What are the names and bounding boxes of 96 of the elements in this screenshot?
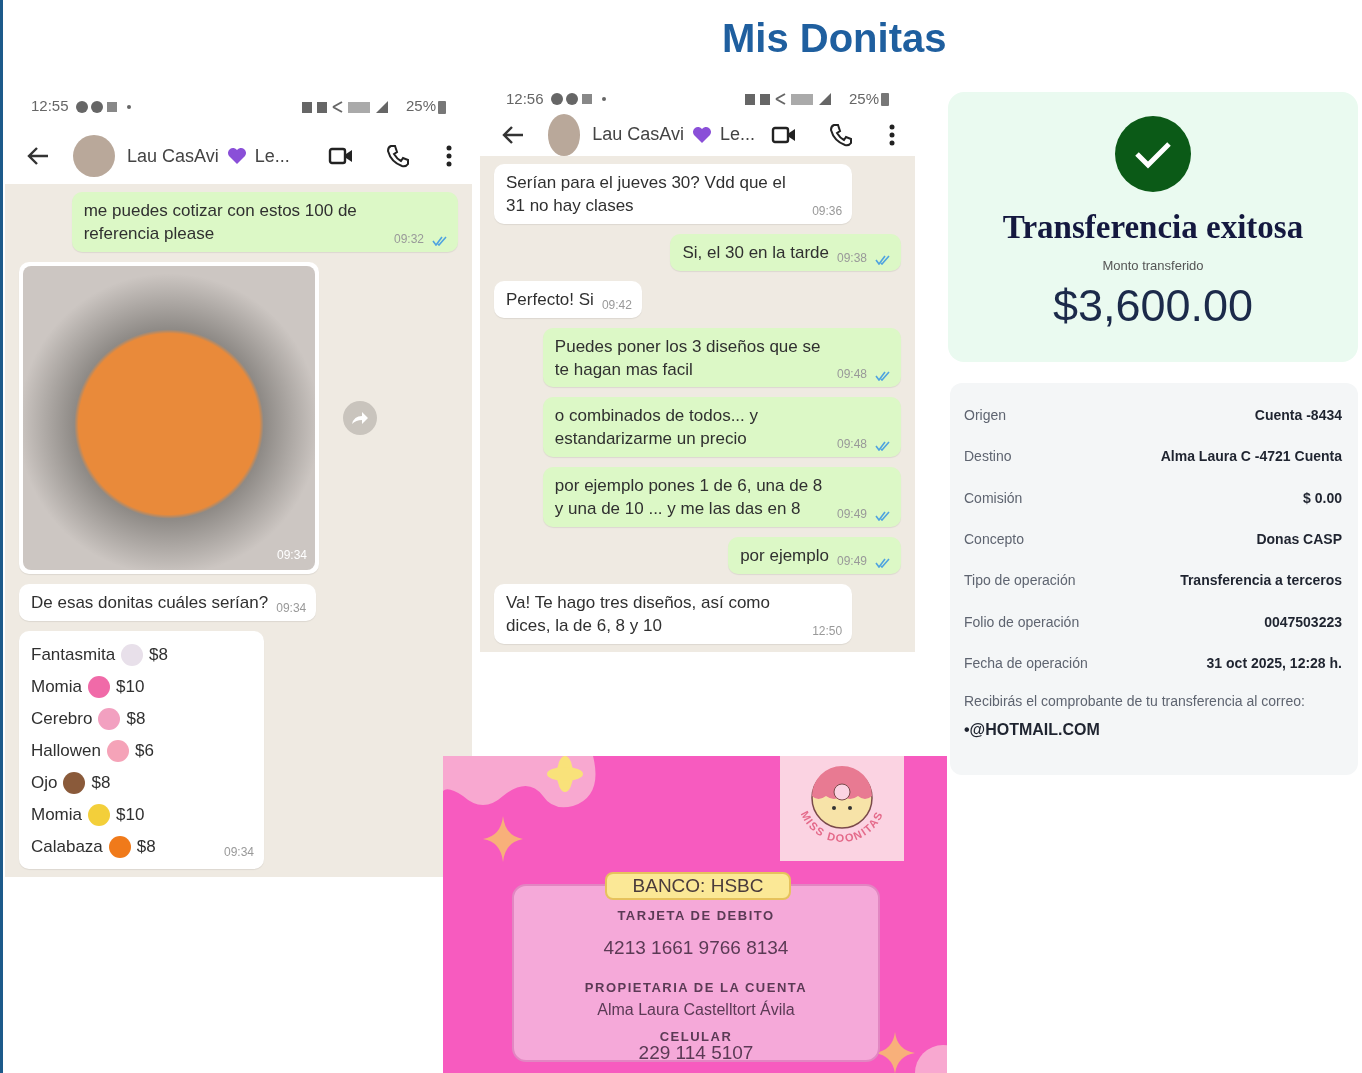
message-time: 09:42 (601, 296, 632, 314)
detail-label: Tipo de operación (964, 571, 1076, 591)
message-time: 09:34 (276, 600, 307, 617)
detail-label: Comisión (964, 488, 1023, 508)
item-price: $8 (149, 644, 168, 666)
battery-icon (881, 92, 889, 107)
amount-label: Monto transferido (1102, 256, 1204, 275)
detail-label: Origen (964, 406, 1007, 426)
detail-value: 31 oct 2025, 12:28 h. (1206, 653, 1342, 673)
item-name: Momia (31, 804, 82, 826)
item-name: Fantasmita (31, 644, 116, 666)
owner-name: Alma Laura Castelltort Ávila (596, 999, 796, 1020)
more-options-icon[interactable] (889, 123, 895, 146)
message-text: o combinados de todos... y estandarizarme un precio (554, 405, 760, 451)
video-call-icon[interactable] (328, 146, 354, 167)
card-type-label: TARJETA DE DEBITO (616, 907, 776, 925)
emoji-icon (121, 644, 144, 666)
phone-icon[interactable] (829, 122, 853, 147)
message-time: 09:34 (276, 547, 307, 565)
message-text: Perfecto! Si (506, 288, 594, 311)
detail-value: Donas CASP (1256, 530, 1342, 550)
detail-value: Transferencia a terceros (1180, 571, 1342, 591)
message-text: Puedes poner los 3 diseños que se te hagan mas facil (554, 335, 822, 381)
message-time: 09:32 (393, 231, 424, 249)
emoji-icon (106, 740, 129, 762)
message-text: me puedes cotizar con estos 100 de referencia please (83, 200, 358, 246)
contact-name: Le... (719, 123, 755, 147)
message-time: 09:36 (812, 202, 843, 220)
contact-name: Lau CasAvi (592, 123, 684, 147)
amount-value: $3,600.00 (1052, 283, 1254, 329)
item-price: $10 (116, 676, 145, 698)
emoji-icon (63, 772, 86, 794)
message-time: 09:48 (836, 366, 867, 384)
contact-name: Le... (254, 144, 290, 168)
message-time: 09:34 (224, 845, 255, 859)
item-name: Cerebro (31, 708, 93, 730)
more-options-icon[interactable] (446, 145, 452, 168)
battery-percent: 25% (848, 89, 879, 110)
status-time: 12:56 (506, 89, 544, 110)
emoji-icon (108, 836, 131, 858)
battery-percent: 25% (405, 96, 436, 117)
item-name: Momia (31, 676, 82, 698)
item-price: $8 (136, 836, 156, 858)
contact-name: Lau CasAvi (127, 144, 219, 168)
message-text: Serían para el jueves 30? Vdd que el 31 no hay clases (506, 171, 787, 217)
phone-icon[interactable] (386, 144, 410, 169)
emoji-icon (98, 708, 121, 730)
battery-icon (438, 99, 446, 114)
card-number: 4213 1661 9766 8134 (602, 935, 790, 960)
forward-arrow-icon (351, 411, 369, 426)
phone-number: 229 114 5107 (637, 1042, 755, 1064)
item-name: Calabaza (31, 836, 103, 858)
item-price: $10 (116, 804, 145, 826)
success-title: Transferencia exitosa (1002, 208, 1304, 247)
bank-name: BANCO: HSBC (605, 872, 791, 900)
message-text: Va! Te hago tres diseños, así como dices, la de 6, 8 y 10 (506, 592, 771, 638)
message-time: 09:49 (836, 506, 867, 524)
back-arrow-icon[interactable] (27, 146, 49, 167)
message-time: 09:48 (836, 436, 867, 454)
back-arrow-icon[interactable] (502, 124, 524, 145)
heart-icon (226, 147, 247, 166)
detail-label: Fecha de operación (964, 653, 1088, 673)
avatar (548, 113, 581, 156)
item-price: $8 (91, 772, 111, 794)
detail-value: 0047503223 (1264, 612, 1342, 632)
message-text: De esas donitas cuáles serían? (31, 592, 269, 615)
detail-value: Cuenta -8434 (1254, 406, 1342, 426)
detail-value: Alma Laura C -4721 Cuenta (1160, 447, 1342, 467)
item-name: Ojo (31, 772, 58, 794)
detail-label: Concepto (964, 530, 1024, 550)
heart-icon (691, 125, 712, 144)
item-name: Hallowen (31, 740, 101, 762)
message-time: 09:49 (836, 553, 867, 571)
item-price: $6 (134, 740, 154, 762)
slide-title: Mis Donitas (722, 15, 947, 62)
emoji-icon (88, 676, 110, 698)
message-time: 09:38 (836, 249, 867, 267)
detail-label: Folio de operación (964, 612, 1080, 632)
video-call-icon[interactable] (771, 124, 797, 145)
receipt-note: Recibirás el comprobante de tu transferencia al correo: (964, 692, 1306, 712)
message-text: por ejemplo (740, 545, 829, 568)
message-text: Si, el 30 en la tarde (682, 241, 829, 264)
detail-value: $ 0.00 (1303, 488, 1342, 508)
avatar (73, 135, 115, 178)
detail-label: Destino (964, 447, 1012, 467)
item-price: $8 (126, 708, 146, 730)
email-address: •@HOTMAIL.COM (964, 720, 1101, 741)
emoji-icon (88, 804, 110, 826)
owner-label: PROPIETARIA DE LA CUENTA (583, 979, 809, 997)
flower-shape (547, 756, 583, 792)
phone-label: CELULAR (658, 1029, 734, 1043)
sparkle-shape (483, 816, 523, 862)
blob-shape (915, 1045, 947, 1073)
message-text: por ejemplo pones 1 de 6, una de 8 y una de 10 ... y me las das en 8 (554, 475, 824, 521)
message-time: 12:50 (812, 623, 843, 640)
status-time: 12:55 (31, 96, 69, 117)
